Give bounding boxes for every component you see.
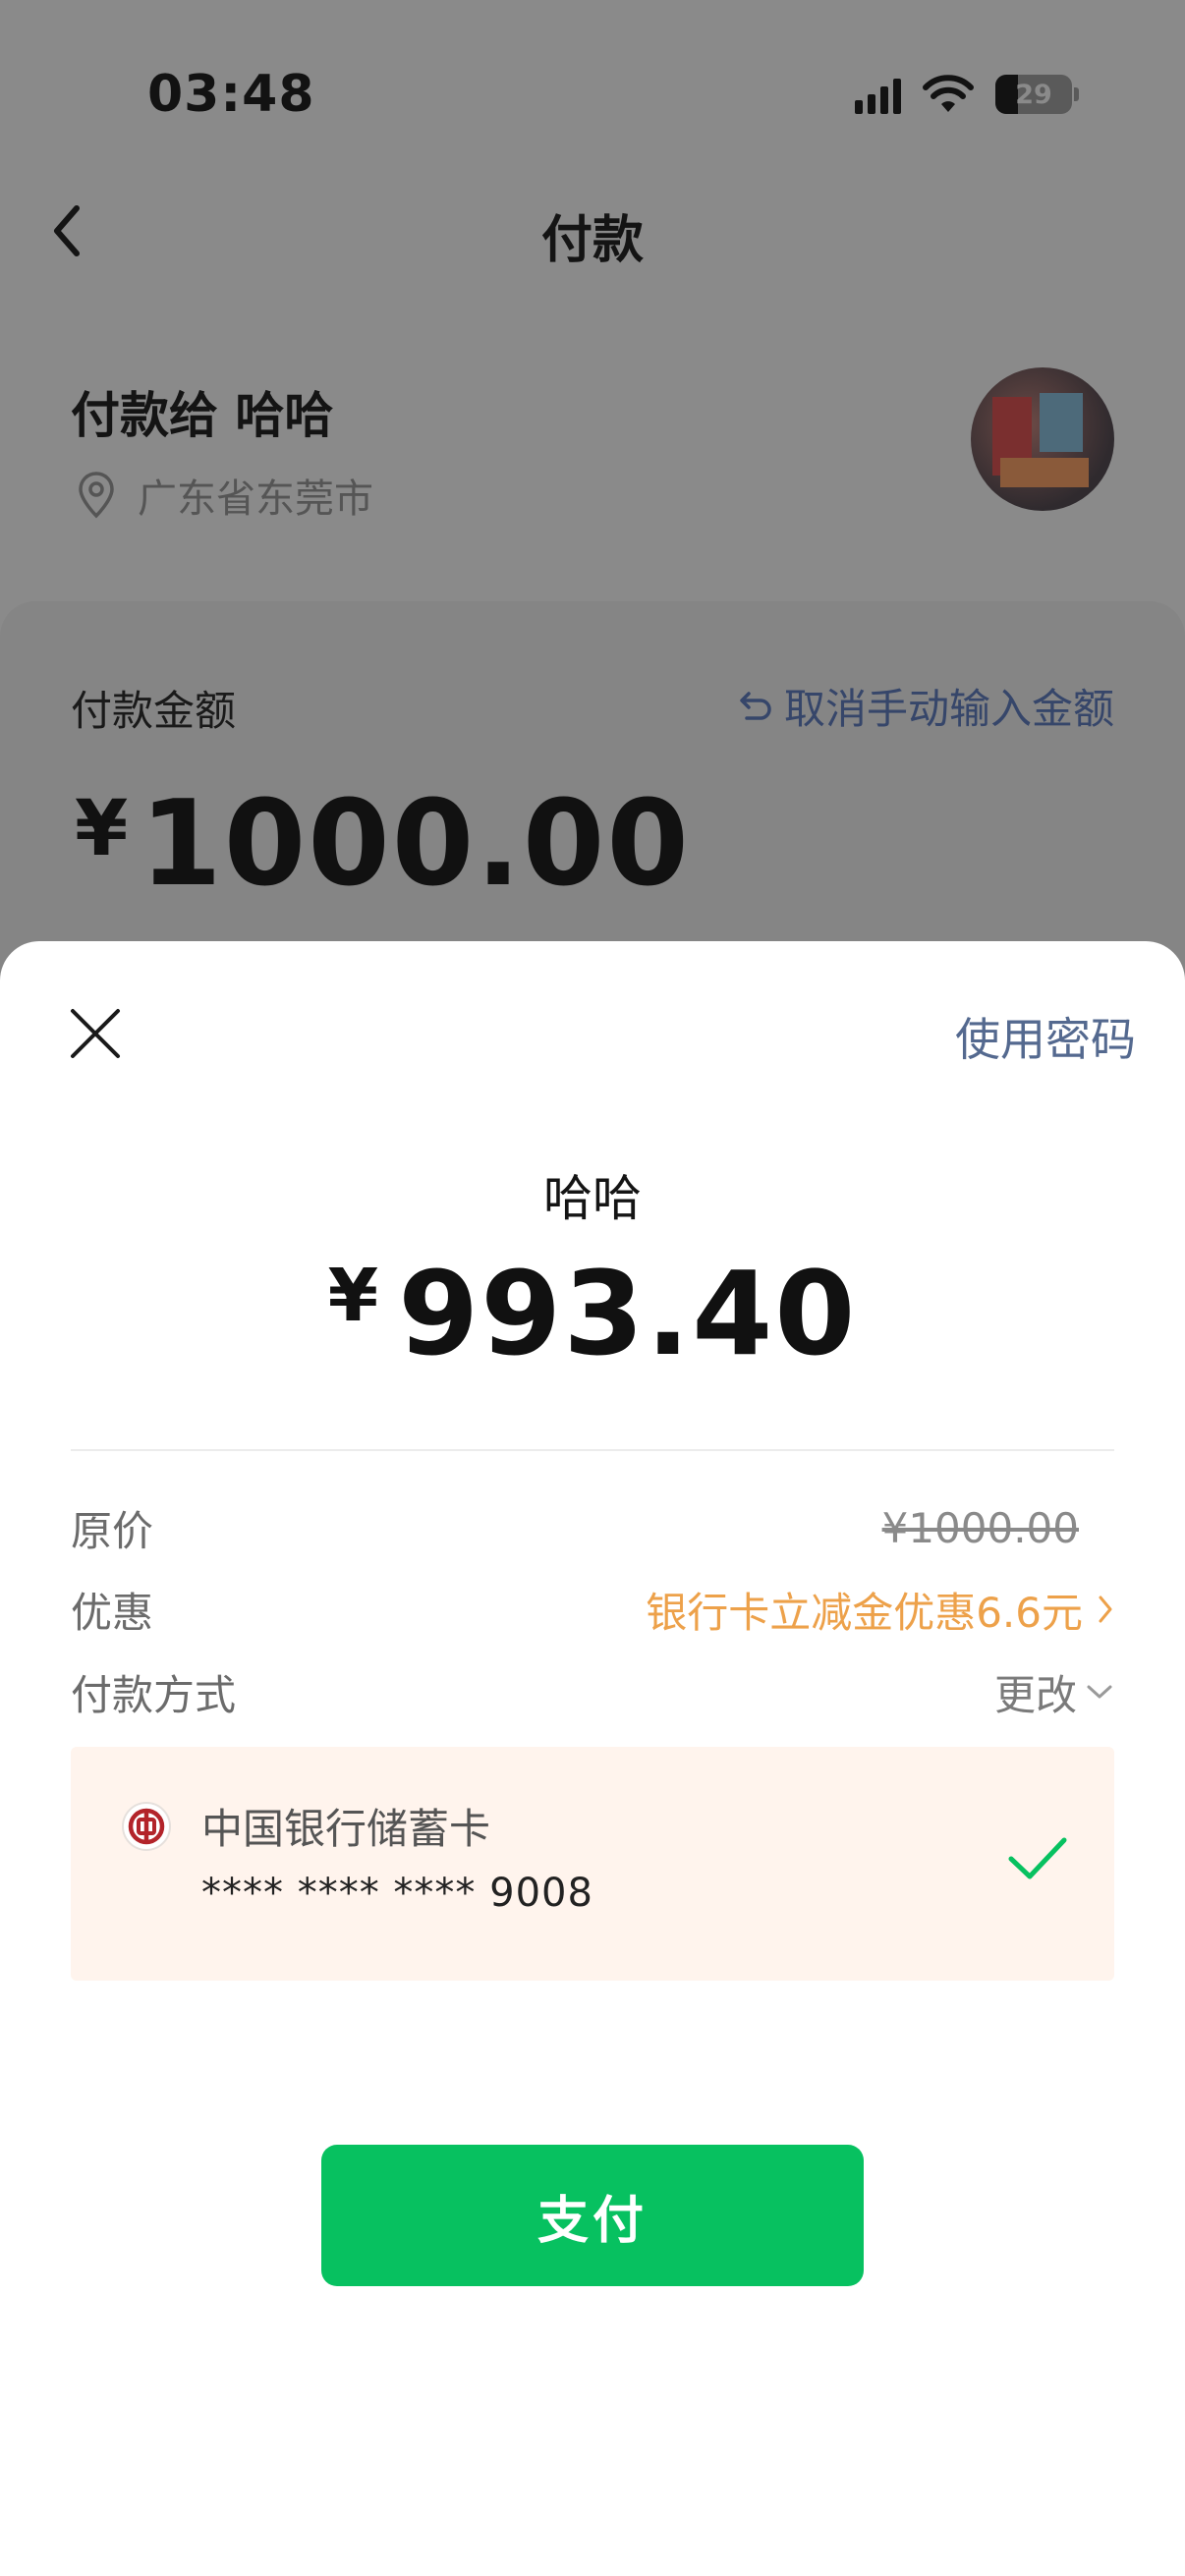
checkmark-icon bbox=[1008, 1837, 1067, 1879]
change-method-button[interactable]: 更改 bbox=[994, 1662, 1114, 1722]
discount-label: 优惠 bbox=[71, 1588, 154, 1637]
divider bbox=[71, 1449, 1114, 1451]
location-pin-icon bbox=[79, 472, 114, 519]
status-icons: 29 bbox=[855, 73, 1079, 116]
cancel-manual-amount-link[interactable]: 取消手动输入金额 bbox=[733, 676, 1114, 736]
original-price-label: 原价 bbox=[71, 1506, 154, 1555]
card-number: **** **** **** 9008 bbox=[201, 1871, 593, 1916]
use-password-link[interactable]: 使用密码 bbox=[955, 1004, 1136, 1069]
close-icon[interactable] bbox=[69, 1007, 122, 1060]
discount-text: 银行卡立减金优惠6.6元 bbox=[646, 1588, 1083, 1637]
discount-value[interactable]: 银行卡立减金优惠6.6元 bbox=[646, 1580, 1114, 1640]
location-text: 广东省东莞市 bbox=[138, 476, 373, 522]
currency-symbol: ¥ bbox=[75, 785, 131, 873]
signal-icon bbox=[855, 75, 901, 114]
pay-amount-value: 993.40 bbox=[398, 1246, 858, 1381]
location-row: 广东省东莞市 bbox=[77, 467, 373, 524]
wifi-icon bbox=[923, 75, 974, 112]
original-price-row: 原价 ¥1000.00 bbox=[71, 1498, 1114, 1557]
chevron-down-icon bbox=[1087, 1685, 1112, 1699]
bank-card-name: 中国银行储蓄卡 bbox=[201, 1805, 491, 1853]
pay-currency-symbol: ¥ bbox=[327, 1254, 381, 1338]
amount-label: 付款金额 bbox=[71, 687, 237, 735]
battery-level: 29 bbox=[1015, 79, 1052, 110]
cancel-manual-label: 取消手动输入金额 bbox=[783, 685, 1114, 733]
entered-amount: ¥1000.00 bbox=[75, 776, 691, 913]
undo-icon bbox=[740, 691, 771, 720]
pay-button[interactable]: 支付 bbox=[321, 2145, 864, 2286]
entered-amount-value: 1000.00 bbox=[140, 776, 691, 913]
chevron-right-icon bbox=[1099, 1596, 1112, 1623]
discount-row[interactable]: 优惠 银行卡立减金优惠6.6元 bbox=[71, 1580, 1114, 1639]
battery-icon: 29 bbox=[995, 75, 1072, 114]
battery-tip bbox=[1074, 87, 1079, 101]
merchant-avatar[interactable] bbox=[971, 367, 1114, 511]
pay-amount: ¥993.40 bbox=[0, 1246, 1185, 1381]
status-time: 03:48 bbox=[147, 65, 315, 124]
payment-method-label: 付款方式 bbox=[71, 1670, 237, 1719]
bank-of-china-logo-icon bbox=[122, 1802, 171, 1851]
original-price-value: ¥1000.00 bbox=[881, 1503, 1079, 1552]
selected-card[interactable]: 中国银行储蓄卡 **** **** **** 9008 bbox=[71, 1747, 1114, 1981]
payment-method-row: 付款方式 更改 bbox=[71, 1662, 1114, 1721]
sheet-merchant-name: 哈哈 bbox=[543, 1170, 642, 1227]
payee-name: 付款给 哈哈 bbox=[71, 387, 334, 444]
change-method-label: 更改 bbox=[993, 1670, 1077, 1719]
page-title: 付款 bbox=[540, 211, 644, 270]
